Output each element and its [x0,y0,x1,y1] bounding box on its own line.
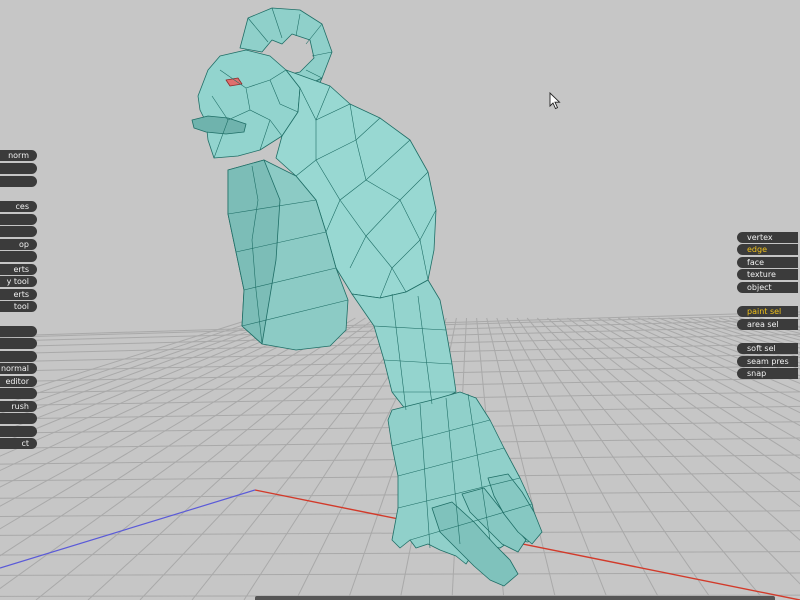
left-tool-button[interactable]: norm [0,150,37,161]
left-tool-button[interactable]: erts [0,264,37,275]
left-tool-label: tool [13,302,29,311]
left-tool-label: ct [21,439,29,448]
left-tool-button[interactable]: tool [0,301,37,312]
left-tool-label: rush [11,402,29,411]
mouse-cursor-icon [549,92,561,110]
area-select-button[interactable]: area sel [737,319,798,330]
left-tool-label: erts [13,265,29,274]
left-tool-button[interactable]: ct [0,438,37,449]
left-tool-button[interactable]: op [0,239,37,250]
left-tool-button[interactable] [0,338,37,349]
left-tool-button[interactable] [0,251,37,262]
left-tool-button[interactable] [0,163,37,174]
left-tool-button[interactable]: g normal [0,363,37,374]
left-tool-button[interactable]: rush [0,401,37,412]
left-tool-label: editor [5,377,29,386]
left-tool-button[interactable] [0,426,37,437]
snap-toggle[interactable]: snap [737,368,798,379]
texture-mode-button[interactable]: texture [737,269,798,280]
bottom-bar [255,596,775,600]
left-tool-label: y tool [6,277,29,286]
right-toolbar: vertex edge face texture object paint se… [737,0,800,600]
left-tool-button[interactable] [0,214,37,225]
left-tool-button[interactable] [0,388,37,399]
face-mode-button[interactable]: face [737,257,798,268]
left-tool-button[interactable] [0,413,37,424]
left-tool-button[interactable] [0,176,37,187]
3d-viewport[interactable] [0,0,800,600]
paint-select-button[interactable]: paint sel [737,306,798,317]
left-tool-button[interactable]: ces [0,201,37,212]
left-tool-button[interactable] [0,226,37,237]
left-tool-button[interactable]: erts [0,289,37,300]
object-mode-button[interactable]: object [737,282,798,293]
left-tool-label: norm [8,151,29,160]
left-tool-button[interactable]: y tool [0,276,37,287]
left-tool-button[interactable] [0,351,37,362]
left-tool-label: erts [13,290,29,299]
left-tool-label: g normal [0,364,29,373]
left-tool-label: op [19,240,29,249]
left-toolbar: norm ces op erts y tool erts tool g norm… [0,0,40,600]
seam-preserve-toggle[interactable]: seam pres [737,356,798,367]
left-tool-button[interactable] [0,326,37,337]
left-tool-label: ces [15,202,30,211]
soft-select-toggle[interactable]: soft sel [737,343,798,354]
vertex-mode-button[interactable]: vertex [737,232,798,243]
left-tool-button[interactable]: editor [0,376,37,387]
edge-mode-button[interactable]: edge [737,244,798,255]
